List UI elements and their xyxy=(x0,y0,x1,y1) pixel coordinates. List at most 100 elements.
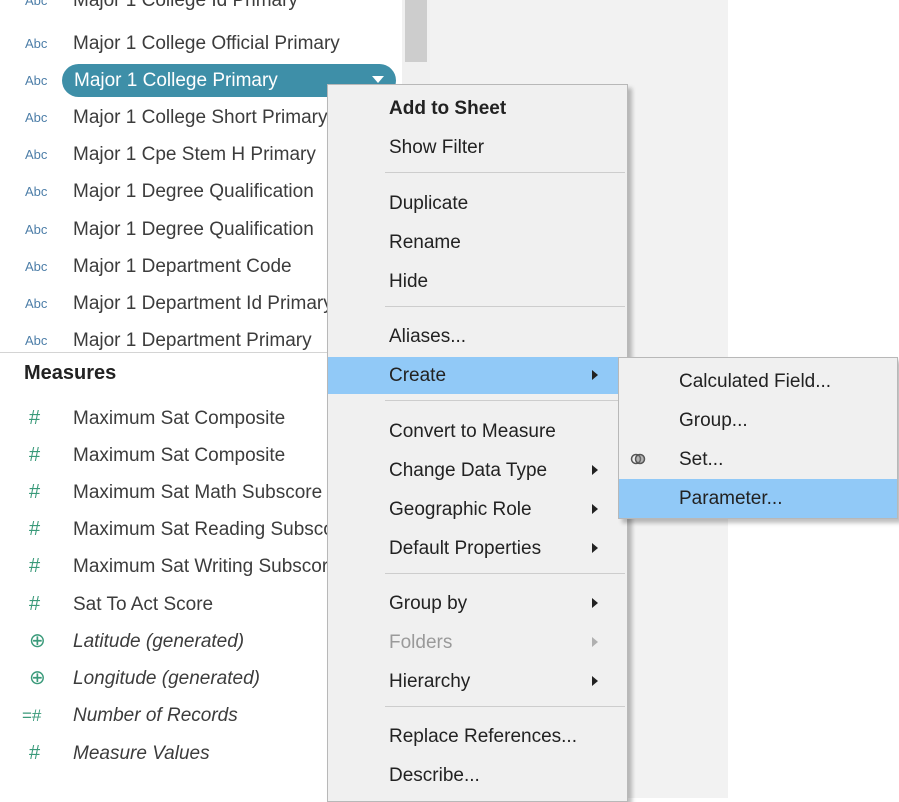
string-icon: Abc xyxy=(25,110,48,125)
submenu-item-calculated-field[interactable]: Calculated Field... xyxy=(619,362,897,401)
menu-item-show-filter[interactable]: Show Filter xyxy=(328,129,627,166)
field-label: Number of Records xyxy=(73,705,238,726)
field-label: Major 1 Degree Qualification xyxy=(73,181,314,202)
menu-item-default-properties[interactable]: Default Properties xyxy=(328,530,627,567)
menu-item-aliases[interactable]: Aliases... xyxy=(328,318,627,355)
menu-separator xyxy=(385,172,625,173)
submenu-arrow-icon xyxy=(592,370,598,380)
menu-label: Replace References... xyxy=(389,726,577,747)
string-icon: Abc xyxy=(25,36,48,51)
field-label: Major 1 Cpe Stem H Primary xyxy=(73,144,316,165)
menu-item-replace-references[interactable]: Replace References... xyxy=(328,718,627,755)
number-icon: # xyxy=(29,407,41,429)
menu-label: Group by xyxy=(389,593,468,614)
menu-label: Folders xyxy=(389,632,453,653)
menu-label: Change Data Type xyxy=(389,460,548,481)
menu-label: Add to Sheet xyxy=(389,98,507,119)
menu-label: Describe... xyxy=(389,765,480,786)
menu-label: Default Properties xyxy=(389,538,542,559)
calculated-number-icon: =# xyxy=(22,706,42,725)
dropdown-caret-icon[interactable] xyxy=(372,76,384,83)
menu-label: Hide xyxy=(389,271,429,292)
number-icon: # xyxy=(29,593,41,615)
dimension-field-partial[interactable]: Abc Major 1 College Id Primary xyxy=(0,0,400,19)
number-icon: # xyxy=(29,742,41,764)
submenu-arrow-icon xyxy=(592,598,598,608)
menu-item-add-to-sheet[interactable]: Add to Sheet xyxy=(328,90,627,127)
globe-icon: ⊕ xyxy=(29,667,46,689)
create-submenu: Calculated Field... Group... Set... Para… xyxy=(618,357,898,519)
field-label: Maximum Sat Writing Subscore xyxy=(73,556,339,577)
dimension-field[interactable]: Abc Major 1 College Official Primary xyxy=(0,25,400,62)
menu-item-hierarchy[interactable]: Hierarchy xyxy=(328,663,627,700)
menu-label: Show Filter xyxy=(389,137,485,158)
field-label: Maximum Sat Math Subscore xyxy=(73,482,323,503)
string-icon: Abc xyxy=(25,296,48,311)
number-icon: # xyxy=(29,481,41,503)
submenu-item-group[interactable]: Group... xyxy=(619,401,897,440)
field-label: Maximum Sat Reading Subscore xyxy=(73,519,351,540)
field-context-menu: Add to Sheet Show Filter Duplicate Renam… xyxy=(327,84,628,802)
string-icon: Abc xyxy=(25,73,48,88)
menu-label: Duplicate xyxy=(389,193,469,214)
menu-item-geographic-role[interactable]: Geographic Role xyxy=(328,491,627,528)
menu-item-change-data-type[interactable]: Change Data Type xyxy=(328,452,627,489)
number-icon: # xyxy=(29,555,41,577)
field-label: Major 1 College Official Primary xyxy=(73,33,340,54)
menu-label: Set... xyxy=(679,449,724,470)
menu-item-convert-to-measure[interactable]: Convert to Measure xyxy=(328,413,627,450)
field-label: Longitude (generated) xyxy=(73,668,260,689)
field-label: Major 1 Degree Qualification xyxy=(73,219,314,240)
number-icon: # xyxy=(29,518,41,540)
menu-label: Convert to Measure xyxy=(389,421,556,442)
submenu-item-set[interactable]: Set... xyxy=(619,440,897,479)
field-label: Major 1 College Primary xyxy=(74,70,278,91)
menu-label: Geographic Role xyxy=(389,499,532,520)
scrollbar-thumb[interactable] xyxy=(405,0,427,62)
field-label: Major 1 Department Id Primary xyxy=(73,293,333,314)
globe-icon: ⊕ xyxy=(29,630,46,652)
field-label: Major 1 Department Code xyxy=(73,256,292,277)
field-label: Maximum Sat Composite xyxy=(73,445,286,466)
submenu-arrow-icon xyxy=(592,637,598,647)
menu-item-describe[interactable]: Describe... xyxy=(328,757,627,794)
menu-item-folders: Folders xyxy=(328,624,627,661)
menu-separator xyxy=(385,306,625,307)
menu-item-duplicate[interactable]: Duplicate xyxy=(328,185,627,222)
menu-item-group-by[interactable]: Group by xyxy=(328,585,627,622)
submenu-arrow-icon xyxy=(592,465,598,475)
set-icon xyxy=(630,453,646,465)
menu-separator xyxy=(385,706,625,707)
submenu-item-parameter[interactable]: Parameter... xyxy=(619,479,897,518)
menu-item-rename[interactable]: Rename xyxy=(328,224,627,261)
measures-header: Measures xyxy=(24,362,117,384)
field-label: Sat To Act Score xyxy=(73,594,214,615)
field-label: Maximum Sat Composite xyxy=(73,408,286,429)
field-label: Major 1 College Short Primary xyxy=(73,107,328,128)
menu-label: Aliases... xyxy=(389,326,467,347)
menu-item-create[interactable]: Create xyxy=(328,357,627,394)
submenu-arrow-icon xyxy=(592,543,598,553)
menu-item-hide[interactable]: Hide xyxy=(328,263,627,300)
menu-separator xyxy=(385,400,625,401)
menu-label: Create xyxy=(389,365,447,386)
menu-label: Rename xyxy=(389,232,461,253)
string-icon: Abc xyxy=(25,333,48,348)
string-icon: Abc xyxy=(25,0,48,8)
field-label: Major 1 Department Primary xyxy=(73,330,312,351)
field-label: Major 1 College Id Primary xyxy=(73,0,298,11)
string-icon: Abc xyxy=(25,147,48,162)
menu-label: Calculated Field... xyxy=(679,371,832,392)
menu-label: Parameter... xyxy=(679,488,783,509)
menu-label: Group... xyxy=(679,410,748,431)
menu-separator xyxy=(385,573,625,574)
field-label: Latitude (generated) xyxy=(73,631,245,652)
menu-label: Hierarchy xyxy=(389,671,471,692)
string-icon: Abc xyxy=(25,222,48,237)
string-icon: Abc xyxy=(25,184,48,199)
submenu-arrow-icon xyxy=(592,504,598,514)
field-label: Measure Values xyxy=(73,743,210,764)
submenu-arrow-icon xyxy=(592,676,598,686)
number-icon: # xyxy=(29,444,41,466)
string-icon: Abc xyxy=(25,259,48,274)
